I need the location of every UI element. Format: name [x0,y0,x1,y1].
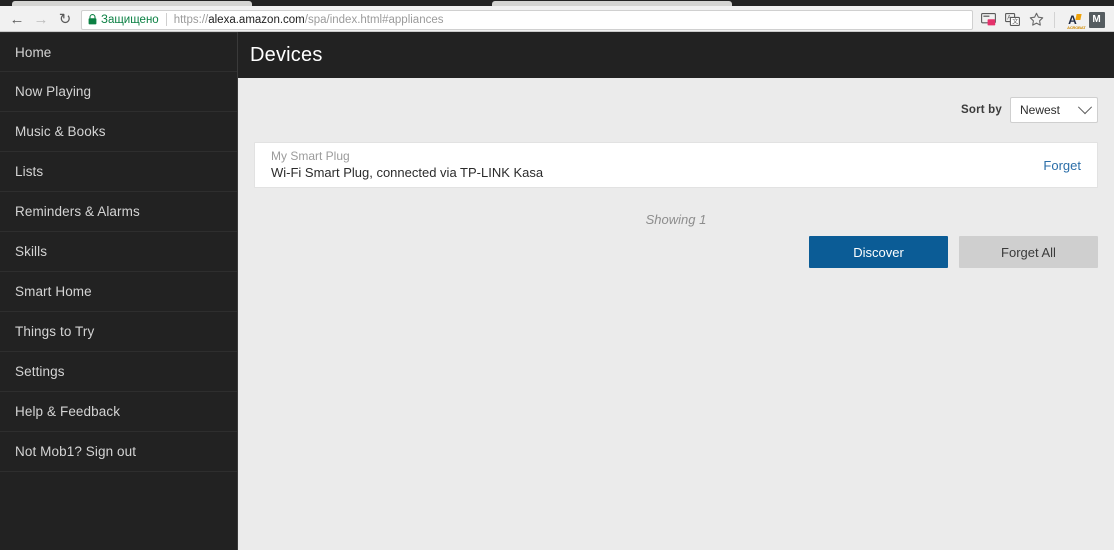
chevron-down-icon [1077,100,1093,115]
security-status-label: Защищено [101,13,159,26]
browser-tab-strip[interactable] [0,0,1114,8]
sidebar-item-label: Home [15,44,52,60]
adobe-acrobat-extension-icon[interactable]: A ACROBAT [1063,10,1086,30]
sidebar-item-skills[interactable]: Skills [0,232,237,272]
sidebar-item-things-to-try[interactable]: Things to Try [0,312,237,352]
sidebar-item-label: Not Mob1? Sign out [15,444,137,459]
url-domain: alexa.amazon.com [208,13,305,26]
sidebar-item-label: Lists [15,164,44,179]
main-region: Devices Sort by Newest My Smart Plug Wi-F… [238,32,1114,550]
mail-letter: M [1088,11,1105,28]
sidebar-item-help-feedback[interactable]: Help & Feedback [0,392,237,432]
sidebar-item-smart-home[interactable]: Smart Home [0,272,237,312]
toolbar-icon-group: A 文 A ACROBAT M [979,10,1108,29]
content-area: Sort by Newest My Smart Plug Wi-Fi Smart … [238,78,1114,550]
sidebar-item-label: Skills [15,244,48,259]
save-to-pocket-icon[interactable] [979,10,998,29]
sidebar-item-now-playing[interactable]: Now Playing [0,72,237,112]
device-name: My Smart Plug [271,149,350,163]
url-scheme: https:// [173,13,209,26]
sort-by-value: Newest [1020,103,1061,117]
sidebar: Home Now Playing Music & Books Lists Reminde… [0,32,238,550]
sort-by-label: Sort by [960,104,1002,116]
translate-icon[interactable]: A 文 [1003,10,1022,29]
toolbar-separator [1054,11,1055,28]
device-description: Wi-Fi Smart Plug, connected via TP-LINK … [271,165,544,180]
tab-strip-filler [0,6,1114,8]
url-path: /spa/index.html#appliances [304,13,444,26]
sidebar-item-label: Help & Feedback [15,404,121,419]
navigation-buttons: ← → ↻ [6,9,76,31]
acrobat-sublabel: ACROBAT [1067,24,1086,30]
mail-extension-icon[interactable]: M [1087,10,1106,29]
action-button-row: Discover Forget All [254,236,1098,268]
sidebar-item-sign-out[interactable]: Not Mob1? Sign out [0,432,237,472]
sidebar-item-label: Things to Try [15,324,95,339]
showing-count: Showing 1 [645,212,707,227]
sidebar-item-label: Settings [15,364,65,379]
sidebar-item-music-books[interactable]: Music & Books [0,112,237,152]
address-bar[interactable]: Защищено https://alexa.amazon.com/spa/in… [81,9,973,30]
page-body: Home Now Playing Music & Books Lists Reminde… [0,32,1114,550]
back-arrow-icon[interactable]: ← [6,9,28,31]
forward-arrow-icon[interactable]: → [30,9,52,31]
sidebar-item-lists[interactable]: Lists [0,152,237,192]
sort-by-select[interactable]: Newest [1010,97,1098,123]
svg-text:文: 文 [1012,18,1018,26]
sidebar-item-label: Reminders & Alarms [15,204,140,219]
omnibox-divider [165,13,167,26]
discover-button[interactable]: Discover [809,236,948,268]
sidebar-item-reminders-alarms[interactable]: Reminders & Alarms [0,192,237,232]
forget-device-link[interactable]: Forget [1043,158,1081,173]
acrobat-letter: A ACROBAT [1067,12,1086,30]
sidebar-item-home[interactable]: Home [0,32,237,72]
forget-all-button[interactable]: Forget All [959,236,1098,268]
sidebar-item-settings[interactable]: Settings [0,352,237,392]
device-list: My Smart Plug Wi-Fi Smart Plug, connected… [254,142,1098,188]
lock-icon [88,14,97,25]
sidebar-item-label: Now Playing [15,84,92,99]
sort-bar: Sort by Newest [254,78,1098,142]
device-info: My Smart Plug Wi-Fi Smart Plug, connected… [271,149,543,181]
bookmark-star-icon[interactable] [1027,10,1046,29]
page-header: Devices [238,32,1114,78]
url-text: https://alexa.amazon.com/spa/index.html#… [174,14,444,26]
sidebar-item-label: Smart Home [15,284,92,299]
reload-icon[interactable]: ↻ [54,9,76,31]
page-title: Devices [250,43,323,66]
device-card: My Smart Plug Wi-Fi Smart Plug, connected… [254,142,1098,188]
sidebar-item-label: Music & Books [15,124,106,139]
browser-toolbar: ← → ↻ Защищено https://alexa.amazon.com/… [0,8,1114,32]
